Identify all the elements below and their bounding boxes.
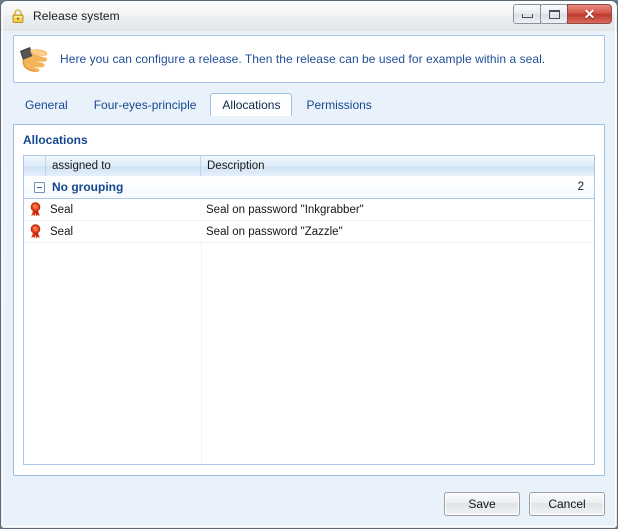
- row-indicator-header: [24, 156, 46, 176]
- minimize-icon: [521, 14, 533, 18]
- group-row-count: 2: [577, 181, 584, 193]
- grid-body: No grouping 2 Seal Seal on password "Ink…: [24, 176, 594, 464]
- tab-general-label: General: [25, 97, 68, 112]
- column-header-description-label: Description: [207, 160, 265, 172]
- dialog-footer: Save Cancel: [444, 492, 605, 516]
- group-row-no-grouping[interactable]: No grouping 2: [24, 176, 594, 199]
- cancel-button[interactable]: Cancel: [529, 492, 605, 516]
- save-button[interactable]: Save: [444, 492, 520, 516]
- close-button[interactable]: ✕: [567, 4, 612, 24]
- tab-allocations[interactable]: Allocations: [210, 93, 293, 116]
- release-system-window: Release system ✕ Here you can configure …: [0, 0, 618, 529]
- hand-pointing-icon: [14, 36, 60, 82]
- window-title: Release system: [33, 9, 120, 23]
- cell-description: Seal on password "Zazzle": [206, 225, 343, 238]
- group-row-label: No grouping: [52, 180, 124, 194]
- tab-permissions[interactable]: Permissions: [294, 94, 383, 115]
- seal-icon: [24, 202, 46, 217]
- allocations-grid[interactable]: assigned to Description No grouping 2 Se…: [23, 155, 595, 465]
- column-header-assigned-to[interactable]: assigned to: [46, 156, 201, 176]
- client-area: Here you can configure a release. Then t…: [3, 31, 615, 526]
- title-bar: Release system ✕: [1, 1, 617, 31]
- info-banner-text: Here you can configure a release. Then t…: [60, 52, 546, 66]
- tab-permissions-label: Permissions: [306, 97, 372, 112]
- info-banner: Here you can configure a release. Then t…: [13, 35, 605, 83]
- cell-description: Seal on password "Inkgrabber": [206, 203, 364, 216]
- caption-button-group: ✕: [513, 4, 612, 24]
- maximize-icon: [548, 9, 560, 19]
- collapse-minus-icon[interactable]: [34, 181, 45, 193]
- table-row[interactable]: Seal Seal on password "Inkgrabber": [24, 199, 594, 221]
- tab-strip: General Four-eyes-principle Allocations …: [13, 92, 605, 116]
- grid-header-row: assigned to Description: [24, 156, 594, 177]
- tab-general[interactable]: General: [13, 94, 80, 115]
- save-button-label: Save: [468, 497, 496, 511]
- grid-column-divider: [201, 241, 202, 464]
- minimize-button[interactable]: [513, 4, 541, 24]
- seal-icon: [24, 224, 46, 239]
- allocations-tab-page: Allocations assigned to Description No g…: [13, 124, 605, 476]
- close-icon: ✕: [583, 6, 596, 22]
- cell-assigned-to: Seal: [50, 203, 74, 216]
- tab-four-eyes-principle-label: Four-eyes-principle: [93, 97, 197, 112]
- tab-four-eyes-principle[interactable]: Four-eyes-principle: [82, 94, 209, 115]
- column-header-description[interactable]: Description: [201, 156, 594, 176]
- maximize-button[interactable]: [540, 4, 568, 24]
- table-row[interactable]: Seal Seal on password "Zazzle": [24, 221, 594, 243]
- tab-allocations-label: Allocations: [222, 97, 281, 112]
- cell-assigned-to: Seal: [50, 225, 74, 238]
- lock-icon: [10, 8, 26, 24]
- page-title: Allocations: [23, 133, 88, 147]
- column-header-assigned-to-label: assigned to: [52, 160, 111, 172]
- cancel-button-label: Cancel: [548, 497, 586, 511]
